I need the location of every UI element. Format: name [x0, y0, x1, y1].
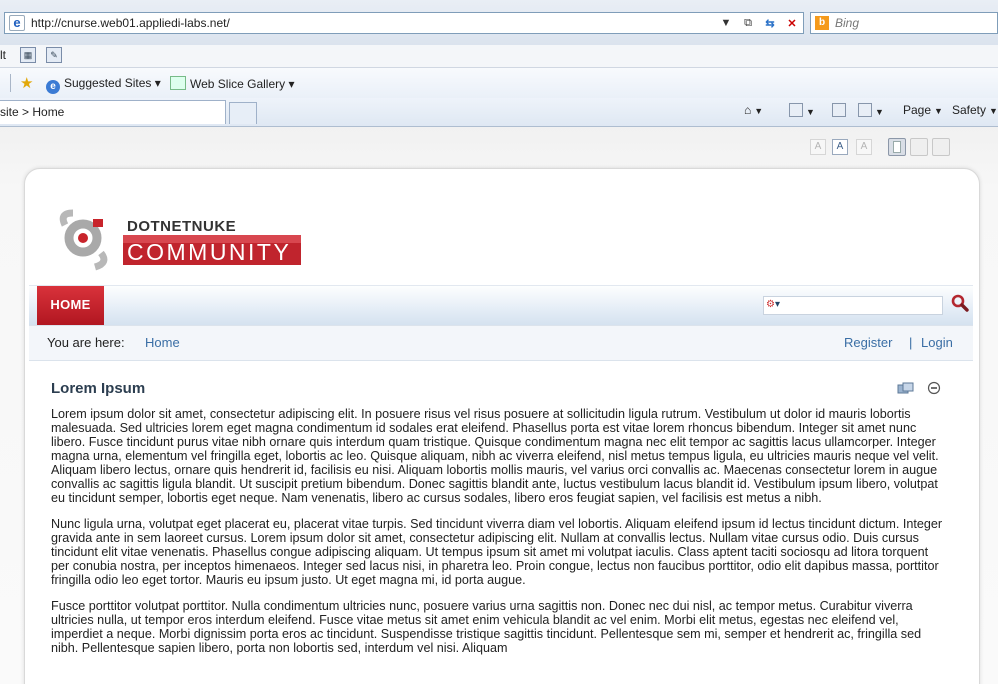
breadcrumb-bar: You are here: Home Register | Login	[29, 325, 973, 361]
print-icon	[858, 103, 872, 117]
page-menu-button[interactable]: Page ▼	[903, 103, 943, 117]
browser-search-box[interactable]: b Bing	[810, 12, 998, 34]
toolbar-edit-icon[interactable]: ✎	[46, 47, 62, 63]
main-nav: HOME ⚙▾	[29, 285, 973, 326]
font-small-button[interactable]: A	[810, 139, 826, 155]
favorites-separator	[10, 74, 11, 92]
toolbar-grid-icon[interactable]: ▦	[20, 47, 36, 63]
minimize-icon[interactable]	[927, 381, 941, 395]
bing-icon: b	[815, 16, 829, 30]
address-url[interactable]: http://cnurse.web01.appliedi-labs.net/	[31, 16, 230, 30]
rss-icon	[789, 103, 803, 117]
safety-menu-button[interactable]: Safety ▼	[952, 103, 998, 117]
logo-bottom-text: COMMUNITY	[127, 239, 291, 265]
suggested-sites-button[interactable]: e Suggested Sites ▾	[46, 76, 161, 94]
ie-icon: e	[46, 80, 60, 94]
font-medium-button[interactable]: A	[832, 139, 848, 155]
home-icon: ⌂	[744, 103, 752, 117]
compat-view-icon[interactable]: ⧉	[737, 17, 759, 30]
lorem-ipsum-module: Lorem Ipsum Lorem ipsum dolor sit amet, …	[51, 379, 943, 667]
stop-icon[interactable]: ✕	[781, 17, 803, 30]
mail-icon	[832, 103, 846, 117]
address-dropdown-icon[interactable]: ▼	[715, 17, 737, 29]
home-button[interactable]: ⌂ ▼	[744, 103, 763, 117]
menu-item-partial[interactable]: lt	[0, 48, 6, 62]
font-large-button[interactable]: A	[856, 139, 872, 155]
site-search-input[interactable]: ⚙▾	[763, 296, 943, 315]
register-link[interactable]: Register	[844, 335, 892, 350]
module-action-icon[interactable]	[897, 381, 915, 397]
dotnetnuke-logo[interactable]: DOTNETNUKE COMMUNITY	[57, 205, 307, 275]
layout-wide-button[interactable]	[932, 138, 950, 156]
module-paragraph: Nunc ligula urna, volutpat eget placerat…	[51, 517, 943, 587]
favorites-bar: ★ e Suggested Sites ▾ Web Slice Gallery ▾	[0, 68, 998, 99]
tab-row: site > Home ⌂ ▼ ▼ ▼ Page ▼ Safety ▼	[0, 98, 998, 127]
address-bar[interactable]: e http://cnurse.web01.appliedi-labs.net/…	[4, 12, 804, 34]
site-frame: DOTNETNUKE COMMUNITY HOME ⚙▾ You are her…	[24, 168, 980, 684]
logo-top-text: DOTNETNUKE	[127, 218, 236, 235]
new-tab-button[interactable]	[229, 102, 257, 124]
breadcrumb-home-link[interactable]: Home	[145, 335, 180, 350]
refresh-icon[interactable]: ⇆	[759, 17, 781, 30]
module-paragraph: Fusce porttitor volutpat porttitor. Null…	[51, 599, 922, 655]
web-slice-icon	[170, 76, 186, 90]
module-paragraph: Lorem ipsum dolor sit amet, consectetur …	[51, 407, 939, 505]
print-button[interactable]: ▼	[858, 103, 884, 118]
search-icon[interactable]	[951, 294, 969, 312]
layout-narrow-button[interactable]	[888, 138, 906, 156]
layout-medium-button[interactable]	[910, 138, 928, 156]
menu-bar: lt ▦ ✎	[0, 45, 998, 68]
search-placeholder: Bing	[835, 16, 860, 30]
page-viewport: A A A DOTNETNUKE COMMUNITY HOME ⚙▾ You a…	[0, 127, 998, 684]
mail-button[interactable]	[832, 103, 846, 118]
favorites-star-icon[interactable]: ★	[20, 74, 33, 92]
module-title: Lorem Ipsum	[51, 380, 146, 397]
web-slice-gallery-button[interactable]: Web Slice Gallery ▾	[170, 76, 295, 91]
login-link[interactable]: Login	[921, 335, 953, 350]
search-engine-selector-icon[interactable]: ⚙▾	[766, 299, 780, 310]
feeds-button[interactable]: ▼	[789, 103, 815, 118]
logo-gear-icon	[59, 209, 108, 271]
address-bar-row: e http://cnurse.web01.appliedi-labs.net/…	[0, 0, 998, 46]
user-links-separator: |	[909, 335, 913, 350]
ie-page-icon: e	[9, 15, 25, 31]
breadcrumb-label: You are here:	[47, 335, 125, 350]
nav-home-tab[interactable]: HOME	[37, 286, 104, 326]
browser-tab-home[interactable]: site > Home	[0, 100, 226, 124]
